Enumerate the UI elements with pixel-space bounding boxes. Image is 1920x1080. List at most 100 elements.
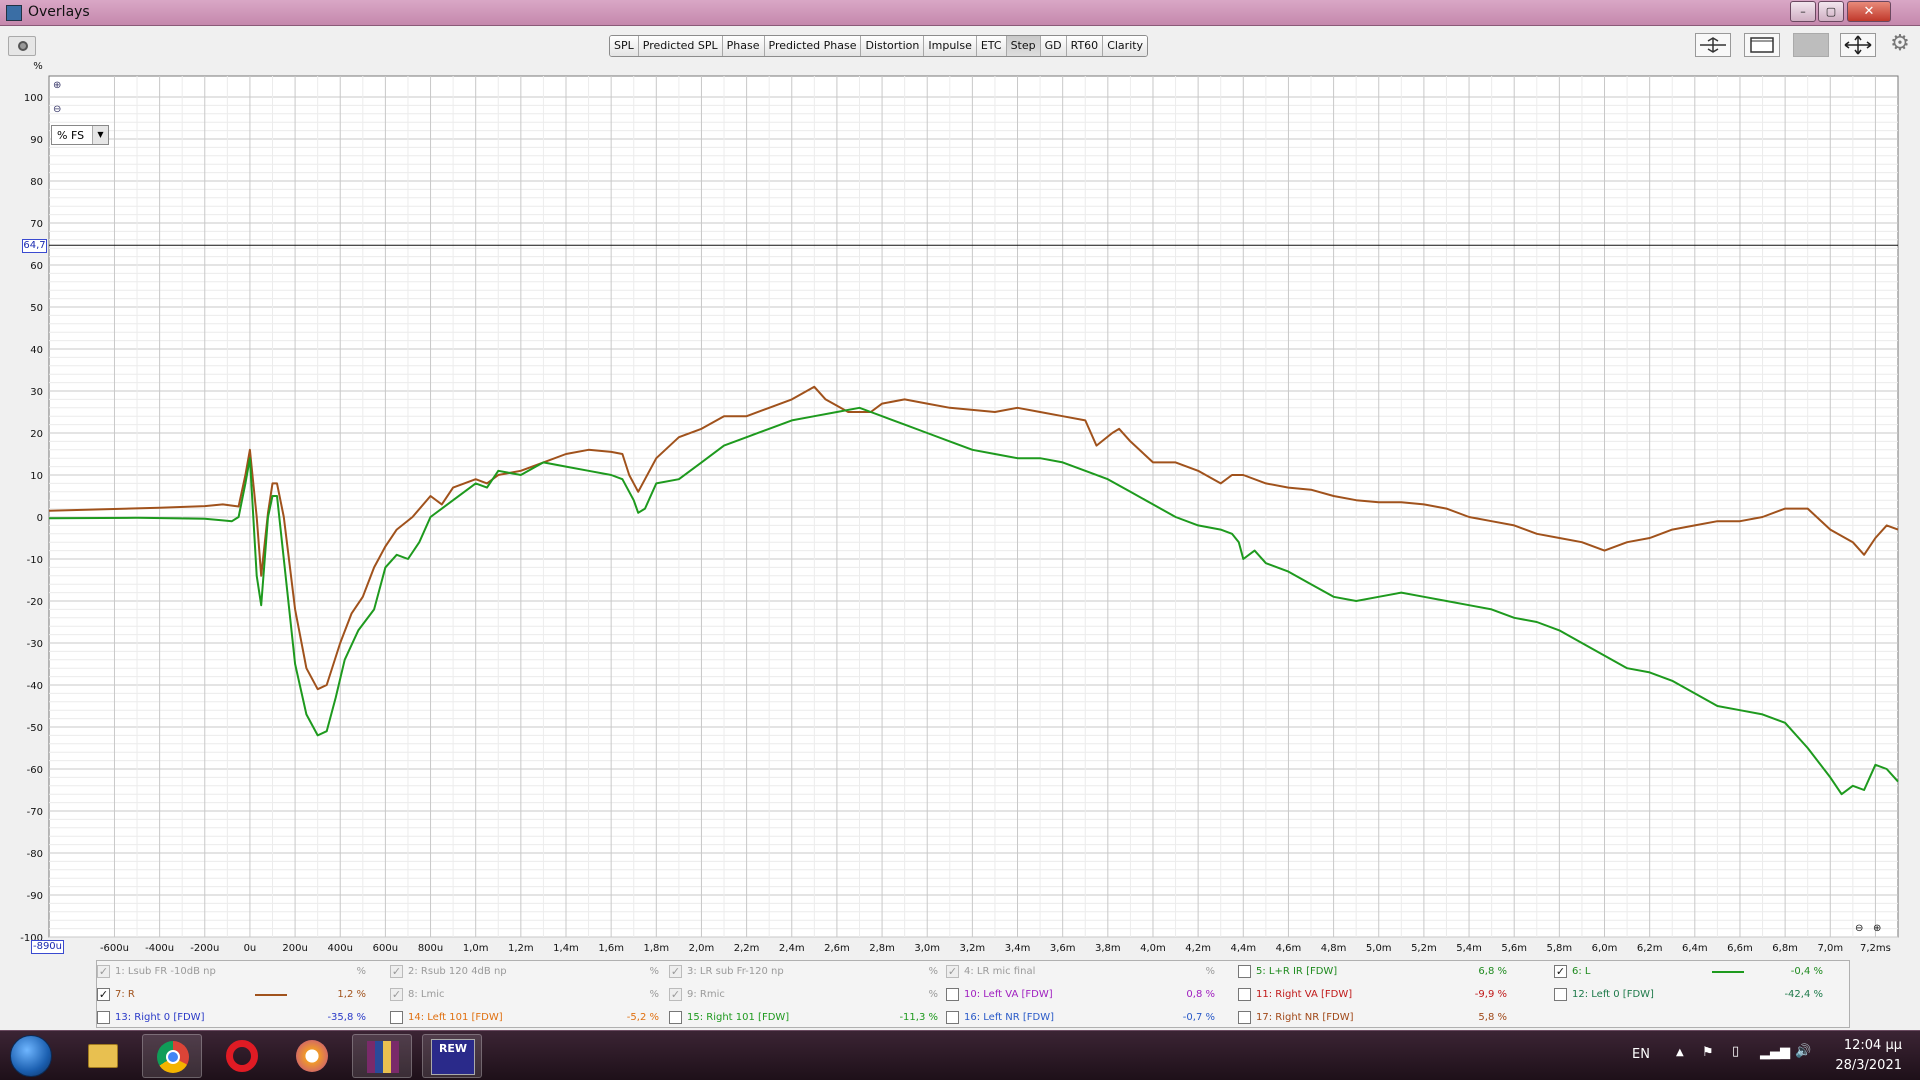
chrome-icon[interactable] [142, 1034, 202, 1078]
tray-chevron-icon[interactable]: ▲ [1676, 1047, 1684, 1058]
legend-checkbox[interactable]: ✓ [1554, 965, 1567, 978]
legend-label[interactable]: 14: Left 101 [FDW] [408, 1012, 503, 1023]
clock-date[interactable]: 28/3/2021 [1830, 1058, 1902, 1073]
x-tick-label: 1,0m [463, 943, 489, 954]
tab-step[interactable]: Step [1006, 36, 1041, 56]
start-button[interactable] [10, 1035, 52, 1077]
legend-checkbox[interactable] [1238, 988, 1251, 1001]
legend-checkbox[interactable] [946, 1011, 959, 1024]
legend-checkbox[interactable] [390, 1011, 403, 1024]
legend-checkbox[interactable]: ✓ [946, 965, 959, 978]
legend-label[interactable]: 8: Lmic [408, 989, 445, 1000]
x-tick-label: -400u [145, 943, 174, 954]
zoom-out-icon[interactable]: ⊖ [53, 104, 67, 118]
legend-item: ✓ 1: Lsub FR -10dB np% [97, 963, 382, 981]
legend-label[interactable]: 2: Rsub 120 4dB np [408, 966, 507, 977]
legend-item: 13: Right 0 [FDW] -35,8 % [97, 1009, 382, 1027]
language-indicator[interactable]: EN [1632, 1047, 1650, 1062]
legend-label[interactable]: 12: Left 0 [FDW] [1572, 989, 1654, 1000]
winrar-icon[interactable] [352, 1034, 412, 1078]
rew-label: REW [431, 1039, 475, 1075]
opera-icon[interactable] [212, 1034, 272, 1078]
zoom-in-icon[interactable]: ⊕ [53, 80, 67, 94]
clock-time[interactable]: 12:04 μμ [1830, 1038, 1902, 1053]
legend-label[interactable]: 6: L [1572, 966, 1590, 977]
y-tick-label: 100 [24, 93, 43, 104]
legend-label[interactable]: 9: Rmic [687, 989, 725, 1000]
legend-checkbox[interactable] [97, 1011, 110, 1024]
legend-value: -11,3 % [899, 1012, 938, 1023]
legend-checkbox[interactable]: ✓ [669, 988, 682, 1001]
legend-label[interactable]: 16: Left NR [FDW] [964, 1012, 1054, 1023]
x-tick-label: 1,4m [553, 943, 579, 954]
legend-swatch[interactable] [1712, 971, 1744, 973]
x-zoom-in-icon[interactable]: ⊕ [1873, 923, 1881, 934]
tab-spl[interactable]: SPL [610, 36, 639, 56]
legend-item: 17: Right NR [FDW] 5,8 % [1238, 1009, 1523, 1027]
legend-label[interactable]: 13: Right 0 [FDW] [115, 1012, 204, 1023]
x-tick-label: 4,8m [1321, 943, 1347, 954]
tab-distortion[interactable]: Distortion [861, 36, 925, 56]
tab-clarity[interactable]: Clarity [1103, 36, 1148, 56]
legend-label[interactable]: 17: Right NR [FDW] [1256, 1012, 1354, 1023]
capture-button[interactable] [8, 36, 36, 56]
legend-checkbox[interactable]: ✓ [97, 965, 110, 978]
move-arrows-icon[interactable] [1840, 33, 1876, 57]
rew-icon[interactable]: REW [422, 1034, 482, 1078]
x-tick-label: 200u [282, 943, 307, 954]
legend-label[interactable]: 3: LR sub Fr-120 np [687, 966, 784, 977]
tab-predicted-phase[interactable]: Predicted Phase [764, 36, 862, 56]
maximize-button[interactable]: ▢ [1818, 1, 1844, 22]
align-icon[interactable] [1695, 33, 1731, 57]
close-button[interactable]: ✕ [1847, 1, 1891, 22]
legend-label[interactable]: 15: Right 101 [FDW] [687, 1012, 789, 1023]
flag-icon[interactable]: ⚑ [1702, 1045, 1714, 1060]
battery-icon[interactable]: ▯ [1732, 1044, 1739, 1059]
legend-swatch[interactable] [255, 994, 287, 996]
gray-panel-icon[interactable] [1793, 33, 1829, 57]
x-tick-label: 1,2m [508, 943, 534, 954]
x-tick-label: -600u [100, 943, 129, 954]
y-unit-select[interactable]: % FS ▼ [51, 125, 109, 145]
legend-checkbox[interactable] [1238, 1011, 1251, 1024]
x-tick-label: 0u [244, 943, 257, 954]
legend-item: ✓ 8: Lmic% [390, 986, 675, 1004]
tab-phase[interactable]: Phase [722, 36, 765, 56]
explorer-icon[interactable] [72, 1034, 132, 1078]
legend-checkbox[interactable]: ✓ [97, 988, 110, 1001]
tab-rt60[interactable]: RT60 [1066, 36, 1104, 56]
x-tick-label: 6,4m [1682, 943, 1708, 954]
firefox-like-icon[interactable] [282, 1034, 342, 1078]
legend-checkbox[interactable] [1238, 965, 1251, 978]
legend-checkbox[interactable]: ✓ [390, 965, 403, 978]
legend-label[interactable]: 11: Right VA [FDW] [1256, 989, 1352, 1000]
tab-predicted-spl[interactable]: Predicted SPL [638, 36, 723, 56]
step-response-chart[interactable]: 1009080706050403020100-10-20-30-40-50-60… [0, 60, 1920, 960]
window-icon[interactable] [1744, 33, 1780, 57]
x-tick-label: 3,2m [960, 943, 986, 954]
x-zoom-out-icon[interactable]: ⊖ [1855, 923, 1863, 934]
legend-checkbox[interactable] [946, 988, 959, 1001]
tab-gd[interactable]: GD [1040, 36, 1067, 56]
legend-label[interactable]: 4: LR mic final [964, 966, 1035, 977]
legend-value: 1,2 % [337, 989, 366, 1000]
minimize-button[interactable]: – [1790, 1, 1816, 22]
gear-icon[interactable]: ⚙ [1888, 32, 1912, 56]
tab-impulse[interactable]: Impulse [924, 36, 977, 56]
y-tick-label: -20 [27, 597, 43, 608]
volume-icon[interactable]: 🔊 [1795, 1044, 1811, 1059]
legend-checkbox[interactable] [1554, 988, 1567, 1001]
legend-label[interactable]: 5: L+R IR [FDW] [1256, 966, 1337, 977]
legend-checkbox[interactable]: ✓ [669, 965, 682, 978]
legend-checkbox[interactable] [669, 1011, 682, 1024]
legend-label[interactable]: 7: R [115, 989, 135, 1000]
signal-icon[interactable]: ▂▄▆ [1760, 1045, 1790, 1060]
plot-area[interactable] [48, 75, 1899, 938]
x-tick-label: 4,4m [1230, 943, 1256, 954]
tab-etc[interactable]: ETC [976, 36, 1007, 56]
x-tick-label: 5,2m [1411, 943, 1437, 954]
legend-checkbox[interactable]: ✓ [390, 988, 403, 1001]
legend-label[interactable]: 10: Left VA [FDW] [964, 989, 1053, 1000]
x-tick-label: 800u [418, 943, 443, 954]
legend-label[interactable]: 1: Lsub FR -10dB np [115, 966, 216, 977]
